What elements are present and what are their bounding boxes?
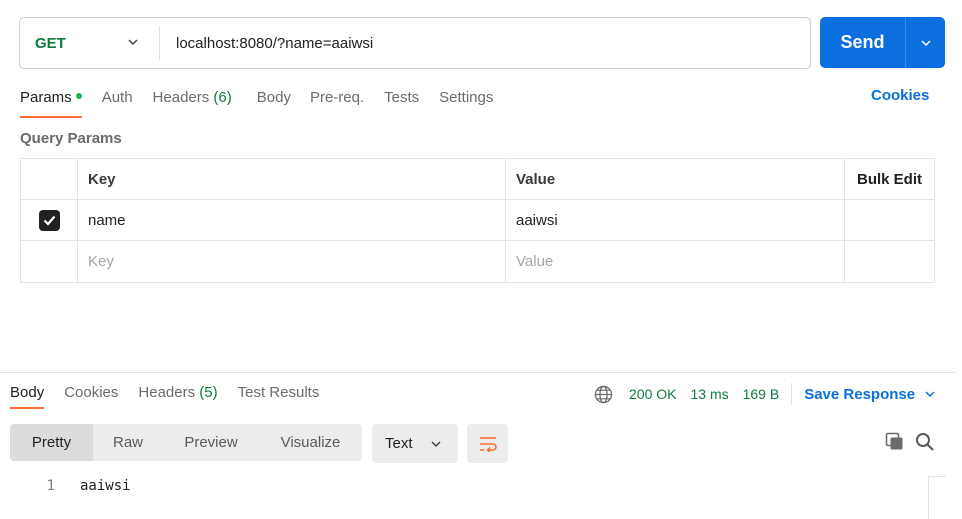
checkmark-icon: [43, 215, 55, 226]
tab-pre-request[interactable]: Pre-req.: [310, 86, 364, 118]
response-headers-count: (5): [199, 384, 218, 401]
chevron-down-icon: [128, 39, 138, 46]
response-tab-test-results[interactable]: Test Results: [238, 382, 320, 409]
format-visualize[interactable]: Visualize: [259, 424, 362, 461]
column-header-value: Value: [506, 159, 845, 199]
save-response-label: Save Response: [804, 385, 916, 403]
tab-label: Cookies: [64, 384, 119, 401]
send-button[interactable]: Send: [820, 17, 905, 68]
response-divider: [0, 372, 955, 373]
table-row: name aaiwsi: [21, 200, 934, 241]
tab-params[interactable]: Params: [20, 86, 82, 118]
chevron-down-icon: [920, 39, 931, 46]
column-header-key: Key: [78, 159, 506, 199]
chevron-down-icon: [925, 391, 935, 398]
row-extra-cell: [845, 241, 934, 282]
query-params-title: Query Params: [20, 130, 122, 147]
save-response-button[interactable]: Save Response: [804, 386, 936, 403]
method-select[interactable]: GET: [20, 18, 159, 68]
tab-settings[interactable]: Settings: [439, 86, 493, 118]
tab-auth[interactable]: Auth: [102, 86, 133, 118]
tab-headers[interactable]: Headers (6): [153, 86, 232, 118]
url-bar: GET localhost:8080/?name=aaiwsi: [19, 17, 811, 69]
tab-label: Pre-req.: [309, 89, 365, 106]
tab-label: Auth: [101, 89, 133, 106]
status-divider: [791, 383, 793, 405]
row-check-cell: [21, 241, 78, 282]
response-body-line: 1 aaiwsi: [0, 478, 920, 498]
search-icon[interactable]: [915, 432, 935, 452]
response-tab-headers[interactable]: Headers (5): [138, 382, 217, 409]
row-check-cell: [21, 200, 78, 240]
body-type-select[interactable]: Text: [372, 424, 458, 463]
request-tabs: Params Auth Headers (6) Body Pre-req. Te…: [20, 86, 493, 118]
tab-label: Headers: [138, 384, 196, 401]
response-body-text: aaiwsi: [80, 478, 131, 494]
response-size[interactable]: 169 B: [743, 386, 780, 402]
bulk-edit-button[interactable]: Bulk Edit: [845, 159, 934, 199]
line-number: 1: [46, 478, 55, 494]
new-param-value-input[interactable]: Value: [506, 241, 845, 282]
tab-body[interactable]: Body: [257, 86, 291, 118]
params-active-dot: [75, 93, 82, 100]
tab-label: Settings: [439, 89, 494, 106]
header-check-cell: [21, 159, 78, 199]
table-row-empty: Key Value: [21, 241, 934, 282]
globe-icon[interactable]: [594, 385, 613, 404]
response-tab-cookies[interactable]: Cookies: [64, 382, 118, 409]
param-value-input[interactable]: aaiwsi: [506, 200, 845, 240]
tab-label: Tests: [384, 89, 420, 106]
table-header-row: Key Value Bulk Edit: [21, 159, 934, 200]
cookies-link[interactable]: Cookies: [871, 87, 929, 104]
chevron-down-icon: [431, 441, 441, 448]
status-code[interactable]: 200 OK: [629, 386, 676, 402]
tab-label: Params: [20, 89, 72, 106]
send-button-group: Send: [820, 17, 945, 68]
param-key-input[interactable]: name: [78, 200, 506, 240]
body-type-label: Text: [385, 435, 413, 452]
method-label: GET: [35, 34, 66, 52]
tab-tests[interactable]: Tests: [384, 86, 419, 118]
query-params-table: Key Value Bulk Edit name aaiwsi Key Valu…: [20, 158, 935, 283]
response-tab-body[interactable]: Body: [10, 382, 45, 409]
response-status-bar: 200 OK 13 ms 169 B Save Response: [594, 383, 936, 405]
row-extra-cell: [845, 200, 934, 240]
wrap-lines-button[interactable]: [467, 424, 508, 463]
headers-count: (6): [213, 89, 232, 106]
response-time[interactable]: 13 ms: [690, 386, 728, 402]
new-param-key-input[interactable]: Key: [78, 241, 506, 282]
wrap-lines-icon: [479, 436, 497, 452]
param-enabled-checkbox[interactable]: [38, 209, 60, 231]
tab-label: Body: [256, 89, 291, 106]
format-preview[interactable]: Preview: [163, 424, 259, 461]
format-raw[interactable]: Raw: [93, 424, 163, 461]
response-tabs: Body Cookies Headers (5) Test Results: [10, 382, 319, 409]
response-scrollbar[interactable]: [928, 476, 946, 519]
tab-label: Headers: [152, 89, 210, 106]
format-pretty[interactable]: Pretty: [10, 424, 93, 461]
send-options-button[interactable]: [906, 17, 945, 68]
tab-label: Body: [10, 384, 45, 401]
tab-label: Test Results: [237, 384, 320, 401]
url-input[interactable]: localhost:8080/?name=aaiwsi: [160, 35, 373, 52]
body-format-tabs: Pretty Raw Preview Visualize: [10, 424, 362, 461]
copy-icon[interactable]: [885, 432, 905, 452]
